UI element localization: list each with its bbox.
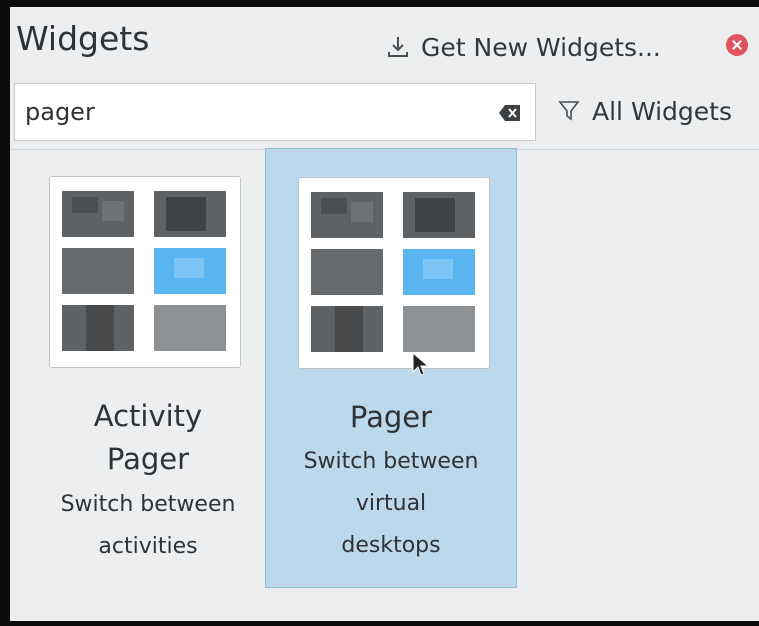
desktop-4-active <box>403 249 475 295</box>
desktop-2 <box>403 192 475 238</box>
widget-title: Pager <box>349 400 433 434</box>
desktop-2 <box>154 191 226 237</box>
mouse-pointer-icon <box>412 352 430 376</box>
filter-icon <box>558 101 580 121</box>
widget-activity-pager[interactable]: Activity Pager Switch between activities <box>28 148 268 588</box>
desktop-6 <box>154 305 226 351</box>
widget-pager[interactable]: Pager Switch between virtual desktops <box>265 148 517 588</box>
search-input[interactable] <box>25 92 465 132</box>
widget-description: Switch between <box>303 449 479 474</box>
filter-dropdown[interactable]: All Widgets <box>558 89 732 133</box>
widget-thumbnail <box>49 176 241 368</box>
widget-thumbnail <box>298 177 490 369</box>
search-field <box>14 83 536 141</box>
download-icon <box>388 37 408 57</box>
close-icon[interactable] <box>726 34 748 56</box>
desktop-1 <box>311 192 383 238</box>
widget-description: activities <box>98 534 198 559</box>
desktop-3 <box>311 249 383 295</box>
widget-title: Activity <box>93 399 203 433</box>
search-bar: All Widgets <box>10 77 759 150</box>
clear-text-icon[interactable] <box>498 103 522 123</box>
desktop-1 <box>62 191 134 237</box>
widget-title: Pager <box>106 442 190 476</box>
desktop-3 <box>62 248 134 294</box>
desktop-4-active <box>154 248 226 294</box>
get-new-widgets-button[interactable]: Get New Widgets... <box>385 25 661 69</box>
widget-description: Switch between <box>60 492 236 517</box>
desktop-5 <box>62 305 134 351</box>
get-new-widgets-label: Get New Widgets... <box>421 32 661 62</box>
widget-description: virtual <box>355 491 427 516</box>
desktop-6 <box>403 306 475 352</box>
panel-title: Widgets <box>16 19 150 58</box>
desktop-5 <box>311 306 383 352</box>
filter-label: All Widgets <box>592 96 733 126</box>
widget-description: desktops <box>341 533 441 558</box>
panel-header: Widgets Get New Widgets... <box>10 7 759 77</box>
widgets-panel: Widgets Get New Widgets... All Widgets <box>10 7 759 621</box>
